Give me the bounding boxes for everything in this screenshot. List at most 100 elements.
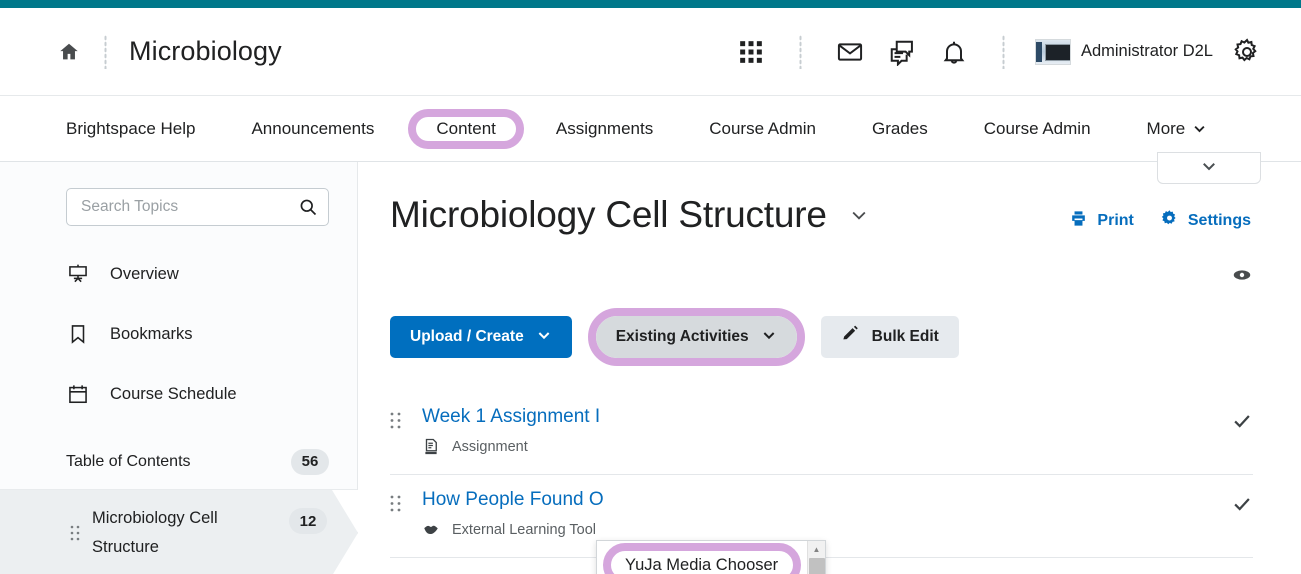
row-subtitle: Assignment — [422, 438, 1231, 456]
header-divider-2 — [799, 35, 802, 69]
visibility-row — [358, 264, 1301, 286]
page-body: Overview Bookmarks Course Schedule Table… — [0, 162, 1301, 574]
sidebar-item-label: Overview — [110, 265, 179, 284]
drag-handle-icon[interactable] — [390, 495, 402, 513]
scrollbar-thumb[interactable] — [809, 558, 825, 574]
table-of-contents-count: 56 — [291, 449, 329, 475]
existing-activities-dropdown: YuJa Media ChooserAssignmentsChatCheckli… — [596, 540, 826, 574]
row-type-label: External Learning Tool — [452, 522, 596, 538]
nav-item-label: More — [1147, 119, 1186, 139]
sidebar-item-label: Bookmarks — [110, 325, 193, 344]
table-row: Week 1 Assignment I Assignment — [390, 392, 1253, 475]
print-label: Print — [1097, 212, 1133, 230]
chevron-down-icon — [761, 327, 777, 348]
search-icon[interactable] — [298, 197, 318, 217]
gear-icon[interactable] — [1221, 26, 1273, 78]
search-input[interactable] — [81, 198, 298, 216]
nav-item-label: Assignments — [556, 119, 653, 139]
user-name[interactable]: Administrator D2L — [1081, 42, 1213, 61]
drag-handle-icon[interactable] — [390, 412, 402, 430]
dropdown-list: YuJa Media ChooserAssignmentsChatCheckli… — [597, 543, 809, 574]
nav-item-announcements[interactable]: Announcements — [241, 112, 384, 146]
checkmark-icon[interactable] — [1231, 410, 1253, 437]
checkmark-icon[interactable] — [1231, 493, 1253, 520]
bookmark-icon — [66, 323, 90, 345]
collapse-panel-button[interactable] — [1157, 152, 1261, 184]
puzzle-piece-icon — [422, 521, 440, 539]
existing-activities-label: Existing Activities — [616, 328, 749, 346]
chevron-down-icon — [1200, 157, 1218, 180]
nav-item-label: Content — [436, 119, 496, 139]
message-bubble-icon[interactable] — [876, 26, 928, 78]
scroll-up-arrow-icon[interactable]: ▲ — [808, 541, 825, 558]
sidebar-item-label: Course Schedule — [110, 385, 237, 404]
existing-activities-highlight: Existing Activities — [588, 308, 805, 366]
dropdown-item-yuja-media-chooser[interactable]: YuJa Media Chooser — [603, 543, 801, 574]
content-toolbar: Upload / Create Existing Activities Bulk — [358, 286, 1301, 366]
page-actions: Print Settings — [1069, 197, 1301, 233]
envelope-icon[interactable] — [824, 26, 876, 78]
sidebar-item-course-schedule[interactable]: Course Schedule — [0, 364, 357, 424]
nav-item-course-admin[interactable]: Course Admin — [699, 112, 826, 146]
nav-item-label: Brightspace Help — [66, 119, 195, 139]
gear-icon — [1160, 209, 1179, 233]
table-of-contents-header[interactable]: Table of Contents 56 — [0, 434, 357, 490]
upload-create-label: Upload / Create — [410, 328, 524, 346]
header-divider — [104, 35, 107, 69]
header-actions: Administrator D2L — [725, 26, 1273, 78]
row-content: How People Found O External Learning Tool — [422, 489, 1231, 539]
table-of-contents-label: Table of Contents — [66, 453, 191, 471]
page-title-chevron-down-icon[interactable] — [849, 205, 869, 225]
chevron-down-icon — [536, 327, 552, 348]
row-content: Week 1 Assignment I Assignment — [422, 406, 1231, 456]
brand-accent-strip — [0, 0, 1301, 8]
nav-item-grades[interactable]: Grades — [862, 112, 938, 146]
nav-item-assignments[interactable]: Assignments — [546, 112, 663, 146]
existing-activities-button[interactable]: Existing Activities — [596, 316, 797, 358]
dropdown-scrollbar[interactable]: ▲ — [807, 541, 825, 574]
nav-item-label: Course Admin — [709, 119, 816, 139]
bell-icon[interactable] — [928, 26, 980, 78]
course-nav: Brightspace Help Announcements Content Assi… — [0, 96, 1301, 162]
sidebar-item-label: Microbiology Cell Structure — [92, 504, 242, 562]
chevron-down-icon — [1192, 121, 1207, 136]
presentation-board-icon — [66, 263, 90, 285]
nav-item-content[interactable]: Content — [408, 109, 524, 149]
search-topics-box[interactable] — [66, 188, 329, 226]
nav-item-more[interactable]: More — [1137, 112, 1218, 146]
content-sidebar: Overview Bookmarks Course Schedule Table… — [0, 162, 358, 574]
sidebar-item-overview[interactable]: Overview — [0, 244, 357, 304]
row-subtitle: External Learning Tool — [422, 521, 1231, 539]
drag-handle-icon[interactable] — [70, 525, 80, 541]
upload-create-button[interactable]: Upload / Create — [390, 316, 572, 358]
content-rows: Week 1 Assignment I Assignment How People … — [358, 392, 1301, 558]
content-main: Microbiology Cell Structure Print — [358, 162, 1301, 574]
dropdown-item-label: YuJa Media Chooser — [625, 556, 778, 574]
home-icon[interactable] — [56, 39, 82, 65]
row-title-link[interactable]: Week 1 Assignment I — [422, 406, 1231, 428]
nav-item-course-admin[interactable]: Course Admin — [974, 112, 1101, 146]
row-title-link[interactable]: How People Found O — [422, 489, 1231, 511]
course-name: Microbiology — [129, 36, 282, 67]
settings-label: Settings — [1188, 212, 1251, 230]
apps-grid-icon[interactable] — [725, 26, 777, 78]
nav-item-label: Announcements — [251, 119, 374, 139]
page-title: Microbiology Cell Structure — [390, 194, 827, 236]
calendar-icon — [66, 383, 90, 405]
app-header: Microbiology Administrato — [0, 8, 1301, 96]
eye-icon[interactable] — [1231, 264, 1253, 286]
avatar[interactable] — [1035, 39, 1071, 65]
settings-button[interactable]: Settings — [1160, 209, 1251, 233]
pencil-edit-icon — [841, 325, 860, 349]
print-button[interactable]: Print — [1069, 209, 1133, 233]
sidebar-item-bookmarks[interactable]: Bookmarks — [0, 304, 357, 364]
bulk-edit-label: Bulk Edit — [872, 328, 939, 346]
bulk-edit-button[interactable]: Bulk Edit — [821, 316, 959, 358]
nav-item-label: Course Admin — [984, 119, 1091, 139]
nav-item-brightspace-help[interactable]: Brightspace Help — [56, 112, 205, 146]
row-type-label: Assignment — [452, 439, 528, 455]
printer-icon — [1069, 209, 1088, 233]
nav-item-label: Grades — [872, 119, 928, 139]
sidebar-item-microbiology-cell-structure[interactable]: Microbiology Cell Structure 12 — [0, 490, 357, 574]
sidebar-item-count: 12 — [289, 508, 327, 534]
